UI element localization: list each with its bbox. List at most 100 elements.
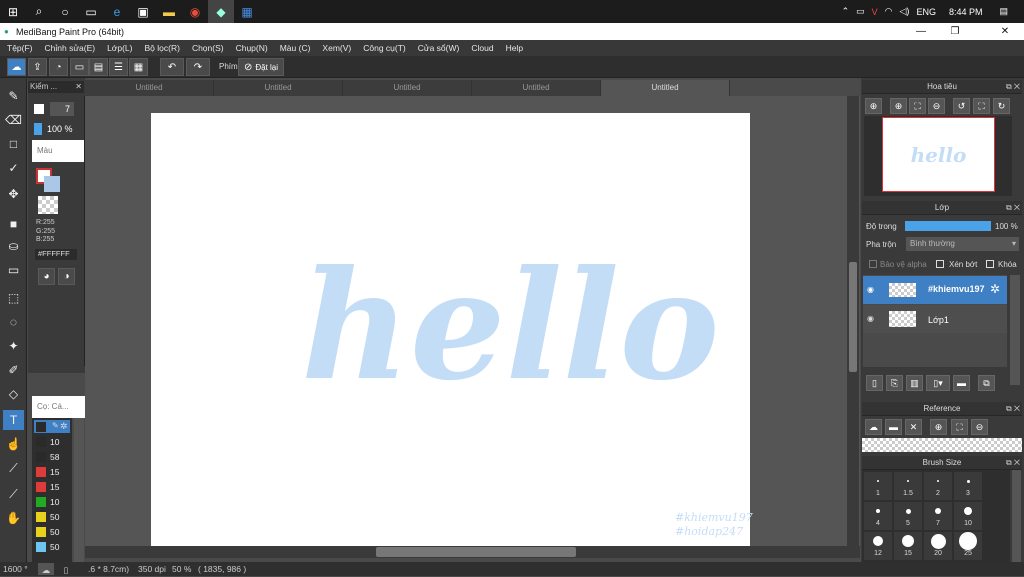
transparent-color[interactable]	[38, 196, 58, 214]
share-icon[interactable]: ⇪	[28, 58, 47, 76]
brush-size-cell[interactable]: 1.5	[894, 472, 922, 500]
clip-checkbox[interactable]	[936, 260, 944, 268]
volume-icon[interactable]: ◁)	[900, 6, 910, 17]
gear-icon[interactable]: ✲	[990, 282, 1000, 296]
battery-icon[interactable]: ▭	[856, 6, 865, 17]
zoom-in-icon[interactable]: ⊕	[930, 419, 947, 435]
tab-untitled-3[interactable]: Untitled	[343, 80, 472, 96]
tab-untitled-2[interactable]: Untitled	[214, 80, 343, 96]
close-button[interactable]: ✕	[988, 23, 1022, 40]
menu-file[interactable]: Tệp(F)	[7, 43, 33, 53]
gear-icon[interactable]: ✲	[60, 421, 68, 432]
add-layer-dropdown-icon[interactable]: ▯▾	[926, 375, 950, 391]
brush-size-cell[interactable]: 3	[954, 472, 982, 500]
zoom-out-icon[interactable]: ⊖	[928, 98, 945, 114]
brush-size-cell[interactable]: 10	[954, 502, 982, 530]
comment-icon[interactable]: ◔	[49, 58, 68, 76]
hex-field[interactable]: #FFFFFF	[35, 249, 77, 260]
eraser-tool-icon[interactable]: ⌫	[3, 110, 24, 130]
menu-layer[interactable]: Lớp(L)	[107, 43, 132, 53]
menu-select[interactable]: Chọn(S)	[192, 43, 224, 53]
file-explorer-icon[interactable]: ▬	[156, 0, 182, 23]
brush-size-cell[interactable]: 1	[864, 472, 892, 500]
fit-screen-icon[interactable]: ⛶	[909, 98, 926, 114]
open-folder-icon[interactable]: ▬	[885, 419, 902, 435]
list-icon[interactable]: ☰	[109, 58, 128, 76]
panel-close-icon[interactable]: ⧉ ✕	[1006, 402, 1020, 416]
brush-list-scrollbar[interactable]	[74, 418, 84, 562]
brush-list-item[interactable]: 50	[34, 511, 70, 524]
lasso-tool-icon[interactable]: ◌	[3, 312, 24, 332]
store-icon[interactable]: ▣	[130, 0, 156, 23]
layer-name-2[interactable]: Lớp1	[928, 315, 949, 325]
cloud-upload-icon[interactable]: ☁	[7, 58, 26, 76]
windows-start-icon[interactable]: ⊞	[0, 0, 26, 23]
brush-list-item[interactable]: 10	[34, 436, 70, 449]
brush-list-item[interactable]: 15	[34, 466, 70, 479]
protect-alpha-checkbox[interactable]	[869, 260, 877, 268]
select-pen-tool-icon[interactable]: ✐	[3, 360, 24, 380]
panel-close-icon[interactable]: ⧉ ✕	[1006, 456, 1020, 470]
brush-size-value[interactable]: 7	[50, 102, 74, 116]
horizontal-scroll-thumb[interactable]	[376, 547, 576, 557]
folder-icon[interactable]: ▬	[953, 375, 970, 391]
rotate-right-icon[interactable]: ↻	[993, 98, 1010, 114]
brush-list-item[interactable]: 58	[34, 451, 70, 464]
operation-tool-icon[interactable]: ☝	[3, 434, 24, 454]
brush-list-item[interactable]: 15	[34, 481, 70, 494]
notification-icon[interactable]: ▤	[999, 6, 1008, 17]
select-eraser-tool-icon[interactable]: ◇	[3, 384, 24, 404]
search-icon[interactable]: ⌕	[26, 0, 52, 23]
document-icon[interactable]: ▤	[89, 58, 108, 76]
eyedropper-tool-icon[interactable]: ⟋	[3, 484, 24, 504]
undo-button[interactable]: ↶	[160, 58, 184, 76]
brush-list-item[interactable]: 50	[34, 526, 70, 539]
flip-icon[interactable]: ⛶	[973, 98, 990, 114]
menu-tools[interactable]: Công cụ(T)	[363, 43, 406, 53]
drawing-canvas[interactable]: hello #khiemvu197 #hoidap247	[151, 113, 753, 546]
menu-filter[interactable]: Bộ lọc(R)	[145, 43, 180, 53]
brush-size-cell[interactable]: 12	[864, 532, 892, 560]
reference-view[interactable]	[862, 438, 1022, 452]
page-icon[interactable]: ▯	[59, 563, 73, 575]
blend-mode-select[interactable]: Bình thường ▾	[906, 237, 1019, 251]
menu-cloud[interactable]: Cloud	[471, 43, 493, 53]
cloud-icon[interactable]: ☁	[38, 563, 54, 575]
panel-close-icon[interactable]: ✕	[75, 81, 82, 93]
reset-button[interactable]: ⊘ Đặt lại	[238, 58, 284, 76]
edge-icon[interactable]: e	[104, 0, 130, 23]
rotate-left-icon[interactable]: ↺	[953, 98, 970, 114]
duplicate-icon[interactable]: ⧉	[978, 375, 995, 391]
zoom-out-icon[interactable]: ⊖	[971, 419, 988, 435]
brush-size-cell[interactable]: 25	[954, 532, 982, 560]
layer-scrollbar[interactable]	[1010, 275, 1020, 385]
vivaldi-icon[interactable]: V	[872, 7, 878, 17]
tab-untitled-4[interactable]: Untitled	[472, 80, 601, 96]
panel-close-icon[interactable]: ⧉ ✕	[1006, 80, 1020, 94]
brush-size-scrollbar[interactable]	[1012, 470, 1021, 562]
lock-checkbox[interactable]	[986, 260, 994, 268]
move-tool-icon[interactable]: ✥	[3, 184, 24, 204]
zoom-in-small-icon[interactable]: ⊕	[890, 98, 907, 114]
visibility-icon[interactable]: ◉	[867, 285, 874, 294]
brush-opacity-value[interactable]: 100 %	[47, 124, 73, 134]
task-view-icon[interactable]: ▭	[78, 0, 104, 23]
hand-tool-icon[interactable]: ✋	[3, 508, 24, 528]
menu-window[interactable]: Cửa sổ(W)	[418, 43, 460, 53]
brush-size-cell[interactable]: 7	[924, 502, 952, 530]
menu-snap[interactable]: Chụp(N)	[236, 43, 268, 53]
chat-icon[interactable]: ▭	[70, 58, 89, 76]
tab-untitled-5[interactable]: Untitled	[601, 80, 730, 96]
gradient-tool-icon[interactable]: ▭	[3, 260, 24, 280]
cloud-icon[interactable]: ☁	[865, 419, 882, 435]
fit-screen-icon[interactable]: ⛶	[951, 419, 968, 435]
chevron-up-icon[interactable]: ⌃	[842, 6, 850, 17]
redo-button[interactable]: ↷	[186, 58, 210, 76]
pen-tool-icon[interactable]: ✓	[3, 158, 24, 178]
new-layer-icon[interactable]: ▯	[866, 375, 883, 391]
brush-size-cell[interactable]: 20	[924, 532, 952, 560]
close-icon[interactable]: ✕	[905, 419, 922, 435]
language-indicator[interactable]: ENG	[916, 7, 936, 17]
rectangle-tool-icon[interactable]: □	[3, 134, 24, 154]
background-color[interactable]	[44, 176, 60, 192]
